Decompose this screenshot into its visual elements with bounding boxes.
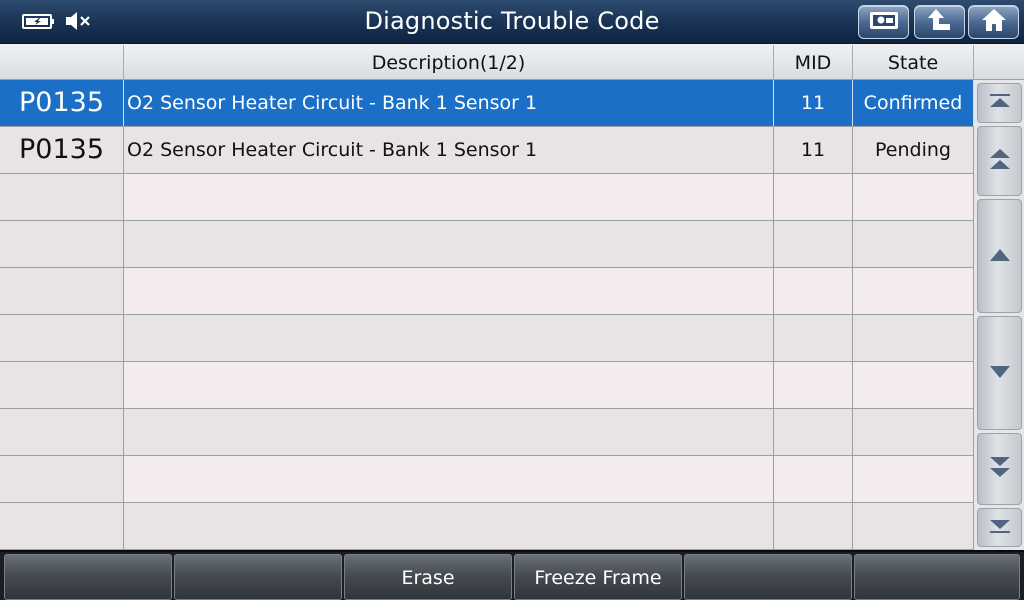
table-row[interactable]: [0, 268, 974, 315]
dtc-mid: 11: [774, 127, 853, 173]
line-down-icon: [989, 364, 1011, 383]
table-row[interactable]: [0, 409, 974, 456]
function-button-1[interactable]: [4, 554, 172, 600]
dtc-description: [124, 503, 774, 549]
column-header-mid: MID: [774, 45, 853, 80]
dtc-code: [0, 409, 124, 455]
dtc-mid: [774, 221, 853, 267]
dtc-code: [0, 456, 124, 502]
page-up-button[interactable]: [977, 126, 1022, 196]
dtc-code: P0135: [0, 127, 124, 173]
dtc-code: [0, 268, 124, 314]
dtc-mid: [774, 268, 853, 314]
line-up-icon: [989, 247, 1011, 266]
table-row[interactable]: [0, 456, 974, 503]
dtc-code: [0, 221, 124, 267]
back-button[interactable]: [914, 5, 965, 39]
dtc-state: [853, 503, 974, 549]
dtc-state: [853, 409, 974, 455]
dtc-mid: 11: [774, 80, 853, 126]
title-bar: Diagnostic Trouble Code: [0, 0, 1024, 44]
dtc-description: [124, 174, 774, 220]
dtc-mid: [774, 362, 853, 408]
table-row[interactable]: [0, 221, 974, 268]
table-row[interactable]: P0135 O2 Sensor Heater Circuit - Bank 1 …: [0, 80, 974, 127]
dtc-mid: [774, 315, 853, 361]
app-window: Diagnostic Trouble Code Description(1/2)…: [0, 0, 1024, 600]
table-row[interactable]: P0135 O2 Sensor Heater Circuit - Bank 1 …: [0, 127, 974, 174]
dtc-description: [124, 268, 774, 314]
dtc-code: P0135: [0, 80, 124, 126]
dtc-mid: [774, 456, 853, 502]
screenshot-button[interactable]: [858, 5, 909, 39]
function-button-2[interactable]: [174, 554, 342, 600]
dtc-description: O2 Sensor Heater Circuit - Bank 1 Sensor…: [124, 80, 774, 126]
dtc-description: [124, 221, 774, 267]
dtc-state: [853, 362, 974, 408]
dtc-state: [853, 174, 974, 220]
scroll-bottom-icon: [988, 518, 1012, 538]
table-row[interactable]: [0, 315, 974, 362]
function-button-6[interactable]: [854, 554, 1020, 600]
column-header-description: Description(1/2): [124, 45, 774, 80]
scroll-top-button[interactable]: [977, 83, 1022, 123]
dtc-mid: [774, 174, 853, 220]
dtc-state: [853, 456, 974, 502]
screenshot-icon: [867, 8, 901, 36]
erase-button[interactable]: Erase: [344, 554, 512, 600]
scroll-top-icon: [988, 93, 1012, 113]
function-bar: Erase Freeze Frame: [0, 550, 1024, 600]
column-header-state: State: [853, 45, 974, 80]
table-row[interactable]: [0, 362, 974, 409]
dtc-state: Confirmed: [853, 80, 974, 126]
dtc-code: [0, 503, 124, 549]
dtc-code: [0, 174, 124, 220]
page-up-icon: [989, 147, 1011, 175]
page-down-button[interactable]: [977, 433, 1022, 505]
freeze-frame-button[interactable]: Freeze Frame: [514, 554, 682, 600]
dtc-description: [124, 456, 774, 502]
home-button[interactable]: [968, 5, 1019, 39]
dtc-description: O2 Sensor Heater Circuit - Bank 1 Sensor…: [124, 127, 774, 173]
line-down-button[interactable]: [977, 316, 1022, 430]
page-down-icon: [989, 455, 1011, 483]
column-header-code: [0, 45, 124, 80]
dtc-state: [853, 221, 974, 267]
home-icon: [979, 6, 1009, 38]
dtc-description: [124, 315, 774, 361]
dtc-state: [853, 315, 974, 361]
dtc-code: [0, 315, 124, 361]
table-header: Description(1/2) MID State: [0, 45, 1024, 80]
table-row[interactable]: [0, 174, 974, 221]
dtc-code: [0, 362, 124, 408]
dtc-description: [124, 409, 774, 455]
back-icon: [925, 6, 955, 38]
dtc-mid: [774, 409, 853, 455]
scroll-panel: [974, 80, 1024, 550]
dtc-mid: [774, 503, 853, 549]
dtc-state: Pending: [853, 127, 974, 173]
function-button-5[interactable]: [684, 554, 852, 600]
line-up-button[interactable]: [977, 199, 1022, 313]
table-row[interactable]: [0, 503, 974, 550]
dtc-table: P0135 O2 Sensor Heater Circuit - Bank 1 …: [0, 80, 974, 550]
dtc-state: [853, 268, 974, 314]
dtc-description: [124, 362, 774, 408]
scroll-bottom-button[interactable]: [977, 508, 1022, 547]
